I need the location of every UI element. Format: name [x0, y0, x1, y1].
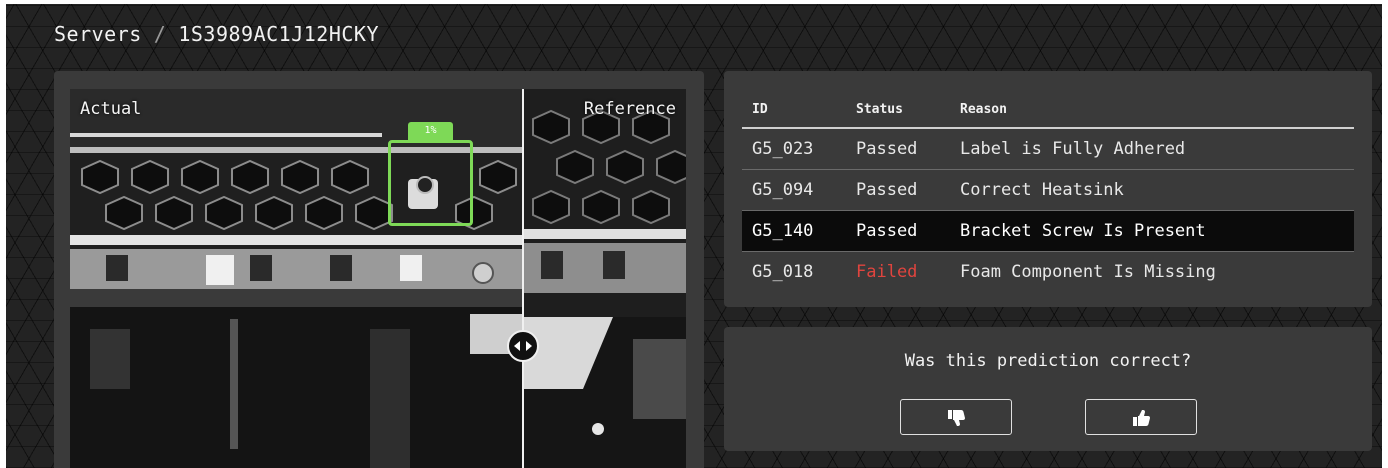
feedback-question: Was this prediction correct?	[904, 351, 1192, 371]
column-header-reason: Reason	[950, 91, 1354, 129]
column-header-id: ID	[742, 91, 846, 129]
page-frame: Servers / 1S3989AC1J12HCKY Actual Referenc…	[6, 4, 1382, 468]
actual-label: Actual	[80, 99, 142, 119]
image-comparison-card: Actual Reference 1%	[54, 71, 704, 468]
results-table: ID Status Reason G5_023 Passed Label is …	[742, 91, 1354, 292]
column-header-status: Status	[846, 91, 950, 129]
comparison-divider	[522, 89, 524, 468]
row-id: G5_140	[742, 210, 846, 252]
row-status: Passed	[846, 210, 950, 252]
table-row[interactable]: G5_018 Failed Foam Component Is Missing	[742, 252, 1354, 293]
row-reason: Foam Component Is Missing	[960, 262, 1216, 282]
row-reason: Correct Heatsink	[950, 169, 1354, 211]
row-id: G5_023	[742, 128, 846, 170]
row-id: G5_094	[742, 169, 846, 211]
image-comparison-viewer[interactable]: Actual Reference 1%	[70, 89, 686, 468]
row-reason: Bracket Screw Is Present	[950, 210, 1354, 252]
detection-bounding-box[interactable]	[388, 140, 473, 226]
detection-confidence-tag: 1%	[408, 122, 453, 140]
reference-label: Reference	[583, 99, 676, 119]
slider-handle[interactable]	[507, 330, 539, 362]
table-row[interactable]: G5_023 Passed Label is Fully Adhered	[742, 128, 1354, 170]
feedback-card: Was this prediction correct?	[724, 327, 1372, 451]
thumbs-up-icon	[1133, 410, 1150, 426]
results-table-card: ID Status Reason G5_023 Passed Label is …	[724, 71, 1372, 307]
table-row-selected[interactable]: G5_140 Passed Bracket Screw Is Present	[742, 210, 1354, 252]
reference-image	[523, 89, 686, 468]
thumbs-down-button[interactable]	[900, 399, 1012, 435]
row-reason: Label is Fully Adhered	[950, 128, 1354, 170]
breadcrumb: Servers / 1S3989AC1J12HCKY	[54, 22, 379, 46]
table-row[interactable]: G5_094 Passed Correct Heatsink	[742, 169, 1354, 211]
row-status-failed: Failed	[856, 262, 918, 282]
thumbs-up-button[interactable]	[1085, 399, 1197, 435]
row-id: G5_018	[752, 262, 814, 282]
breadcrumb-current-serial: 1S3989AC1J12HCKY	[178, 22, 379, 46]
thumbs-down-icon	[948, 410, 965, 426]
row-status: Passed	[846, 169, 950, 211]
row-status: Passed	[846, 128, 950, 170]
breadcrumb-separator: /	[153, 22, 167, 46]
left-right-arrows-icon	[514, 341, 532, 351]
breadcrumb-servers-link[interactable]: Servers	[54, 22, 142, 46]
table-header-row: ID Status Reason	[742, 91, 1354, 129]
